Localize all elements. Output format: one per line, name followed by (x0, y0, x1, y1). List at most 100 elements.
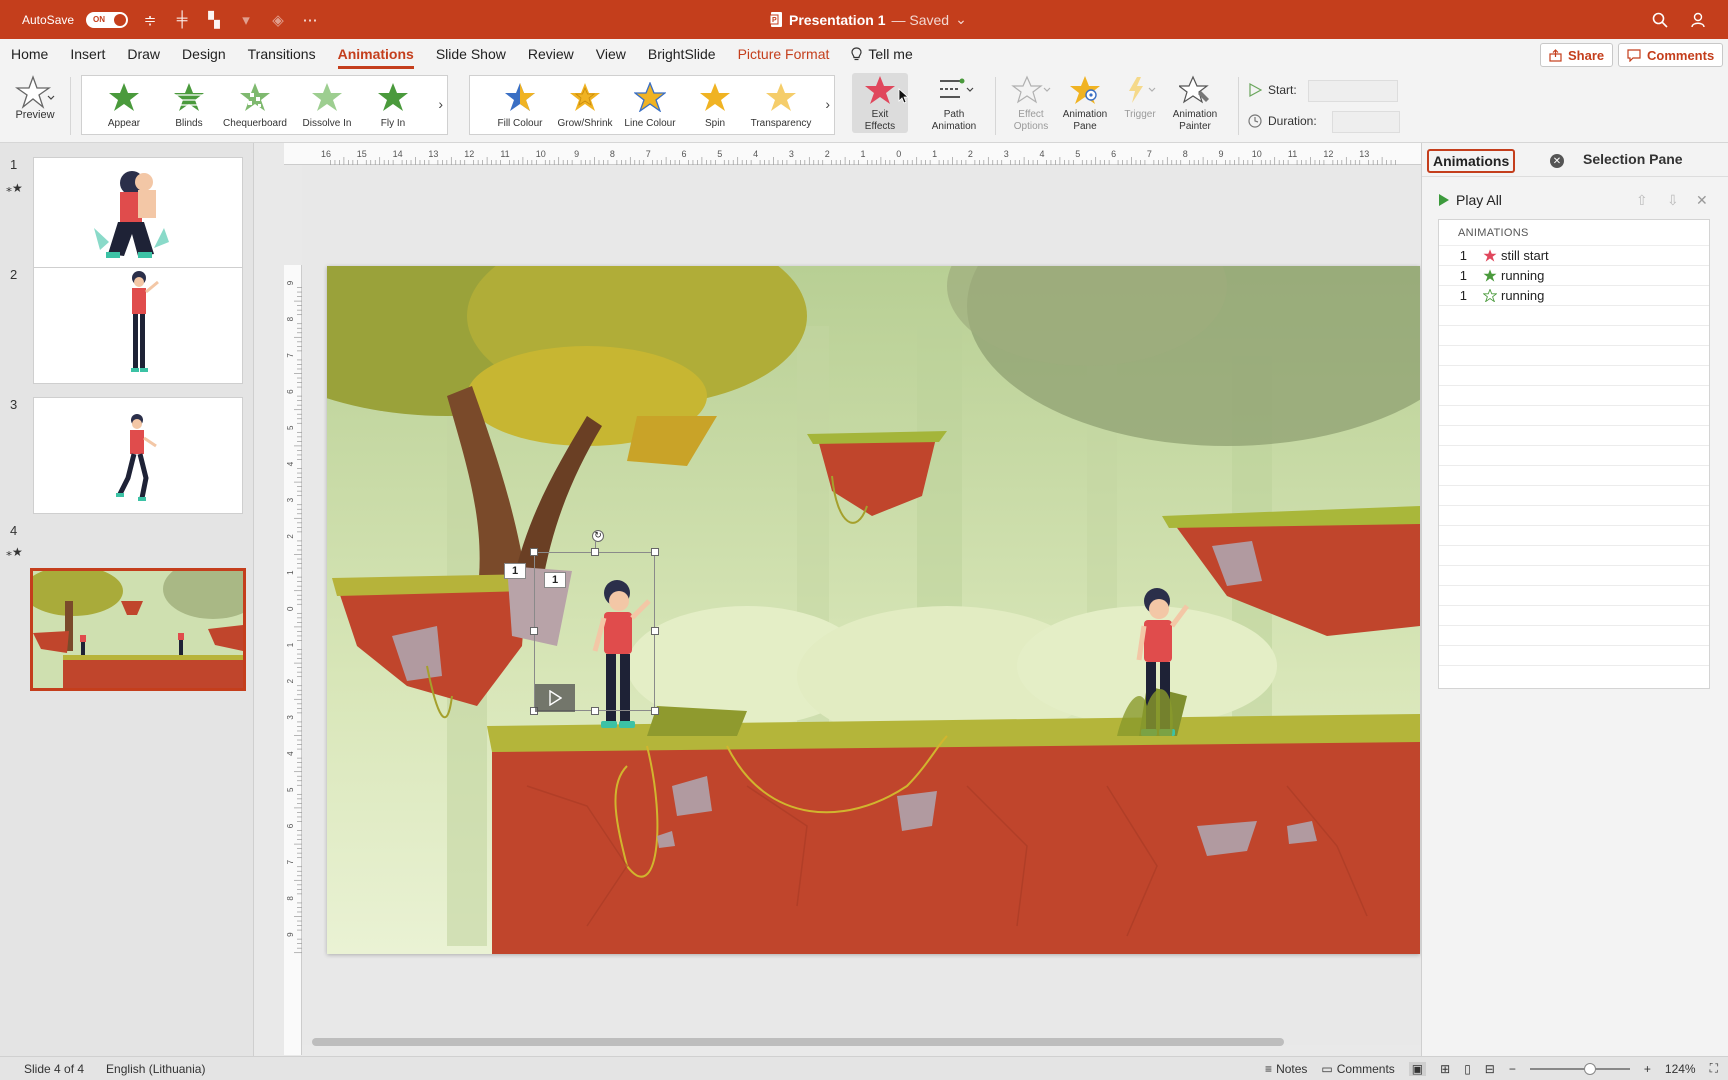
move-down-icon[interactable]: ⇩ (1667, 192, 1679, 209)
emphasis-gallery-next-icon[interactable]: › (825, 96, 830, 112)
resize-handle-br[interactable] (651, 707, 659, 715)
tab-review[interactable]: Review (517, 39, 585, 69)
search-icon[interactable] (1652, 12, 1668, 28)
effect-dissolve-in[interactable]: Dissolve In (292, 82, 362, 129)
effect-options-button[interactable]: Effect Options (1003, 75, 1059, 133)
powerpoint-file-icon: P (770, 12, 782, 27)
tab-draw[interactable]: Draw (116, 39, 171, 69)
tab-selection-pane[interactable]: Selection Pane (1579, 149, 1687, 169)
effect-blinds-label: Blinds (175, 118, 203, 129)
customize-toolbar-icon[interactable]: ≑ (140, 10, 160, 30)
rotate-handle-icon[interactable]: ↻ (592, 530, 604, 542)
share-button[interactable]: Share (1540, 43, 1614, 67)
resize-handle-ml[interactable] (530, 627, 538, 635)
slide-thumbnail-3[interactable] (33, 397, 243, 514)
zoom-in-icon[interactable]: + (1644, 1062, 1651, 1076)
media-play-badge[interactable] (535, 684, 575, 712)
animation-item[interactable]: 1 still start (1439, 246, 1709, 266)
zoom-out-icon[interactable]: − (1509, 1062, 1516, 1076)
ruler-label: 2 (286, 534, 295, 539)
pane-tabs: Animations ✕ Selection Pane (1422, 143, 1728, 177)
play-all-button[interactable]: Play All (1438, 192, 1502, 208)
empty-list-row (1439, 426, 1709, 446)
effect-line-colour[interactable]: Line Colour (615, 82, 685, 129)
resize-handle-bc[interactable] (591, 707, 599, 715)
remove-animation-icon[interactable]: ✕ (1696, 192, 1708, 209)
reading-view-icon[interactable]: ▯ (1464, 1062, 1471, 1076)
gallery-next-icon[interactable]: › (438, 96, 443, 112)
arrange-icon[interactable]: ▚ (204, 10, 224, 30)
path-animation-label-1: Path (943, 109, 965, 120)
effect-spin[interactable]: Spin (680, 82, 750, 129)
resize-handle-tr[interactable] (651, 548, 659, 556)
animation-pane-button[interactable]: Animation Pane (1055, 75, 1115, 133)
effect-appear[interactable]: Appear (89, 82, 159, 129)
slide-thumbnail-1[interactable] (33, 157, 243, 274)
empty-list-row (1439, 506, 1709, 526)
tab-design[interactable]: Design (171, 39, 237, 69)
comments-button[interactable]: Comments (1618, 43, 1724, 67)
tab-picture-format[interactable]: Picture Format (727, 39, 841, 69)
autosave-toggle[interactable]: ON (86, 11, 129, 28)
align-icon[interactable]: ╪ (172, 10, 192, 30)
animation-tag-1[interactable]: 1 (504, 563, 526, 579)
ribbon: Preview Appear Blinds Chequerboard Disso… (0, 69, 1728, 143)
tab-home[interactable]: Home (0, 39, 59, 69)
tab-brightslide[interactable]: BrightSlide (637, 39, 727, 69)
effect-transparency[interactable]: Transparency (746, 82, 816, 129)
notes-button[interactable]: ≡ Notes (1265, 1062, 1307, 1076)
move-up-icon[interactable]: ⇧ (1636, 192, 1648, 209)
slideshow-icon[interactable]: ⊟ (1485, 1062, 1495, 1076)
normal-view-icon[interactable]: ▣ (1408, 1061, 1427, 1076)
effect-grow-shrink-label: Grow/Shrink (557, 118, 613, 129)
effect-chequerboard[interactable]: Chequerboard (220, 82, 290, 129)
dropdown-icon[interactable]: ▾ (236, 10, 256, 30)
resize-handle-tl[interactable] (530, 548, 538, 556)
effect-fly-in[interactable]: Fly In (358, 82, 428, 129)
language-indicator[interactable]: English (Lithuania) (106, 1062, 205, 1076)
slide-sorter-icon[interactable]: ⊞ (1440, 1062, 1450, 1076)
effect-blinds[interactable]: Blinds (154, 82, 224, 129)
ruler-label: 3 (1004, 149, 1009, 159)
close-pane-icon[interactable]: ✕ (1550, 154, 1564, 168)
animation-item[interactable]: 1 running (1439, 286, 1709, 306)
resize-handle-mr[interactable] (651, 627, 659, 635)
comments-label: Comments (1647, 47, 1715, 63)
zoom-level[interactable]: 124% (1665, 1062, 1696, 1076)
effect-fill-colour[interactable]: Fill Colour (485, 82, 555, 129)
path-animation-button[interactable]: Path Animation (922, 75, 986, 133)
slide-4-canvas[interactable]: ↻ 1 1 (327, 266, 1420, 954)
tab-animations-pane[interactable]: Animations (1427, 149, 1516, 173)
zoom-slider-thumb[interactable] (1583, 1062, 1596, 1075)
animation-painter-button[interactable]: Animation Painter (1164, 75, 1226, 133)
ruler-label: 14 (393, 149, 403, 159)
blinds-star-icon (174, 83, 204, 111)
animation-item[interactable]: 1 running (1439, 266, 1709, 286)
more-icon[interactable]: ⋯ (300, 10, 320, 30)
tab-view[interactable]: View (585, 39, 637, 69)
slide-3-preview (116, 414, 157, 501)
start-field[interactable] (1308, 80, 1398, 102)
slide-thumbnail-2[interactable] (33, 267, 243, 384)
shape-fill-icon[interactable]: ◈ (268, 10, 288, 30)
animation-pane-label-1: Animation (1062, 109, 1108, 120)
document-title[interactable]: P Presentation 1 — Saved ⌄ (770, 0, 967, 39)
tell-me[interactable]: Tell me (840, 39, 923, 69)
animation-tag-2[interactable]: 1 (544, 572, 566, 588)
preview-button[interactable]: Preview (10, 75, 60, 121)
slide-thumbnail-4[interactable] (30, 568, 246, 691)
status-comments-button[interactable]: ▭ Comments (1321, 1062, 1394, 1076)
tab-insert[interactable]: Insert (59, 39, 116, 69)
duration-field[interactable] (1332, 111, 1400, 133)
tab-slide-show[interactable]: Slide Show (425, 39, 517, 69)
trigger-button[interactable]: Trigger (1118, 75, 1162, 121)
resize-handle-tc[interactable] (591, 548, 599, 556)
fit-slide-icon[interactable]: ⛶ (1710, 1061, 1718, 1076)
zoom-slider[interactable] (1529, 1062, 1630, 1075)
horizontal-scrollbar[interactable] (312, 1038, 1284, 1046)
effect-grow-shrink[interactable]: Grow/Shrink (550, 82, 620, 129)
tab-animations[interactable]: Animations (327, 39, 425, 69)
empty-list-row (1439, 486, 1709, 506)
tab-transitions[interactable]: Transitions (237, 39, 327, 69)
account-icon[interactable] (1690, 11, 1708, 29)
